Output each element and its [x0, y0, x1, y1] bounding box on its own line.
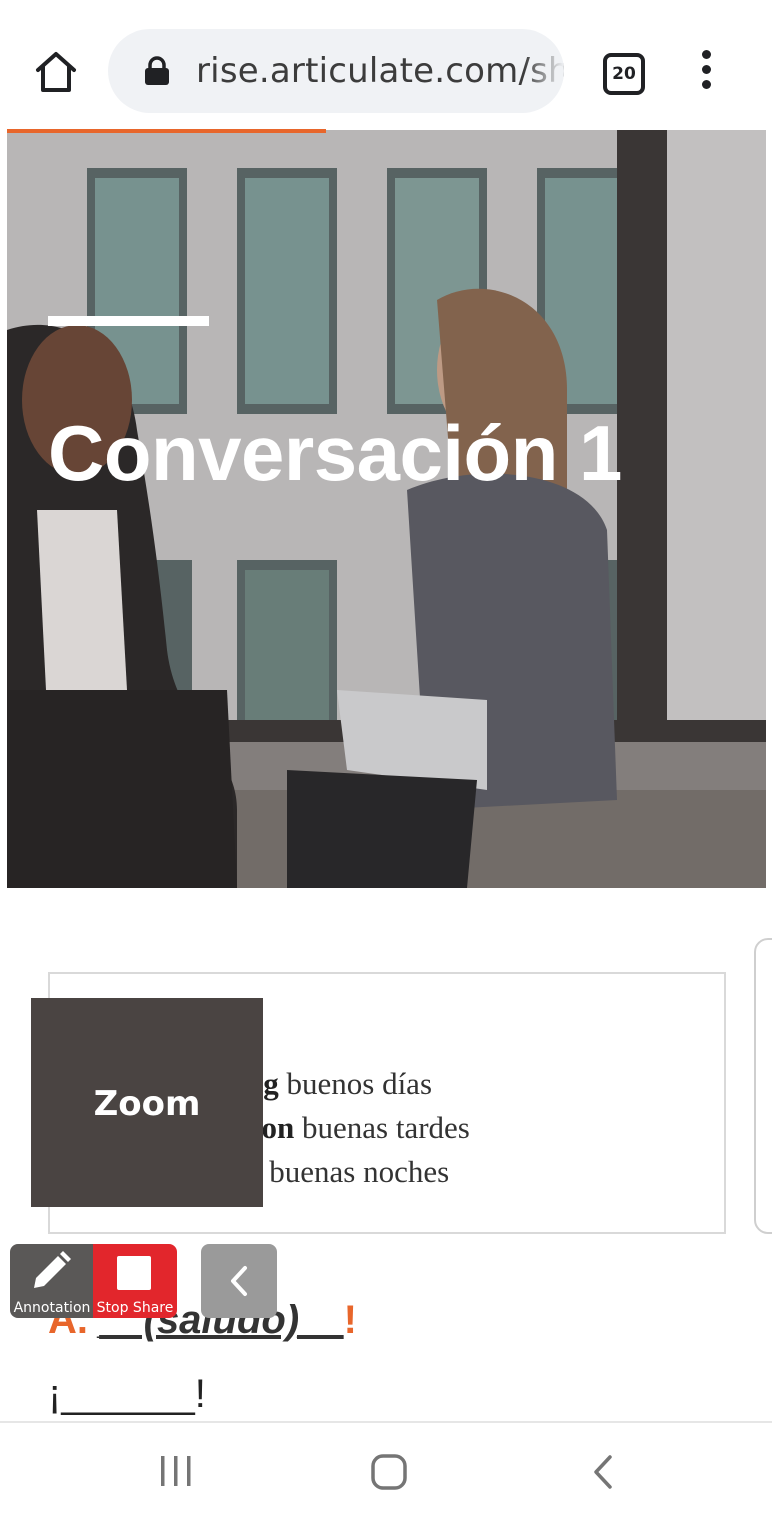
hero-photo — [7, 130, 766, 888]
recent-apps-icon[interactable] — [158, 1453, 194, 1489]
course-progress-fill — [7, 129, 326, 133]
address-bar[interactable]: rise.articulate.com/sha — [108, 29, 564, 113]
side-panel-tab[interactable] — [754, 938, 772, 1234]
lock-icon — [144, 56, 170, 86]
chevron-left-icon — [231, 1266, 247, 1296]
url-fade — [524, 29, 564, 113]
vocab-spanish: buenas tardes — [302, 1110, 470, 1145]
vocab-row: g buenas noches — [246, 1154, 449, 1190]
zoom-label: Zoom — [93, 1084, 201, 1124]
url-text: rise.articulate.com/sha — [196, 51, 564, 91]
home-icon[interactable] — [30, 46, 82, 98]
collapse-controls-button[interactable] — [201, 1244, 277, 1318]
pencil-icon — [34, 1251, 71, 1288]
annotation-button[interactable]: Annotation — [10, 1244, 94, 1318]
lesson-hero-banner: Conversación 1 — [7, 130, 766, 888]
question-exclaim: ! — [343, 1298, 357, 1342]
vocab-row: oon buenas tardes — [246, 1110, 470, 1146]
answer-blank: ¡______! — [48, 1372, 206, 1416]
system-navigation-bar — [0, 1421, 772, 1523]
vocab-row: ng buenos días — [246, 1066, 432, 1102]
stop-share-label: Stop Share — [96, 1300, 174, 1316]
stop-share-button[interactable]: Stop Share — [93, 1244, 177, 1318]
lesson-title: Conversación 1 — [48, 409, 622, 497]
browser-toolbar: rise.articulate.com/sha 20 — [0, 0, 772, 130]
vocab-spanish: buenos días — [286, 1066, 433, 1101]
more-options-icon[interactable] — [694, 50, 718, 94]
title-accent-rule — [48, 316, 209, 326]
tab-switcher-button[interactable]: 20 — [603, 53, 645, 95]
system-back-icon[interactable] — [588, 1453, 618, 1491]
zoom-share-overlay[interactable]: Zoom — [31, 998, 263, 1207]
screen: rise.articulate.com/sha 20 Conversación … — [0, 0, 772, 1523]
stop-icon — [117, 1256, 151, 1290]
annotation-label: Annotation — [13, 1300, 91, 1316]
vocab-spanish: buenas noches — [269, 1154, 450, 1189]
system-home-icon[interactable] — [370, 1453, 408, 1491]
course-progress-bar — [7, 129, 766, 133]
